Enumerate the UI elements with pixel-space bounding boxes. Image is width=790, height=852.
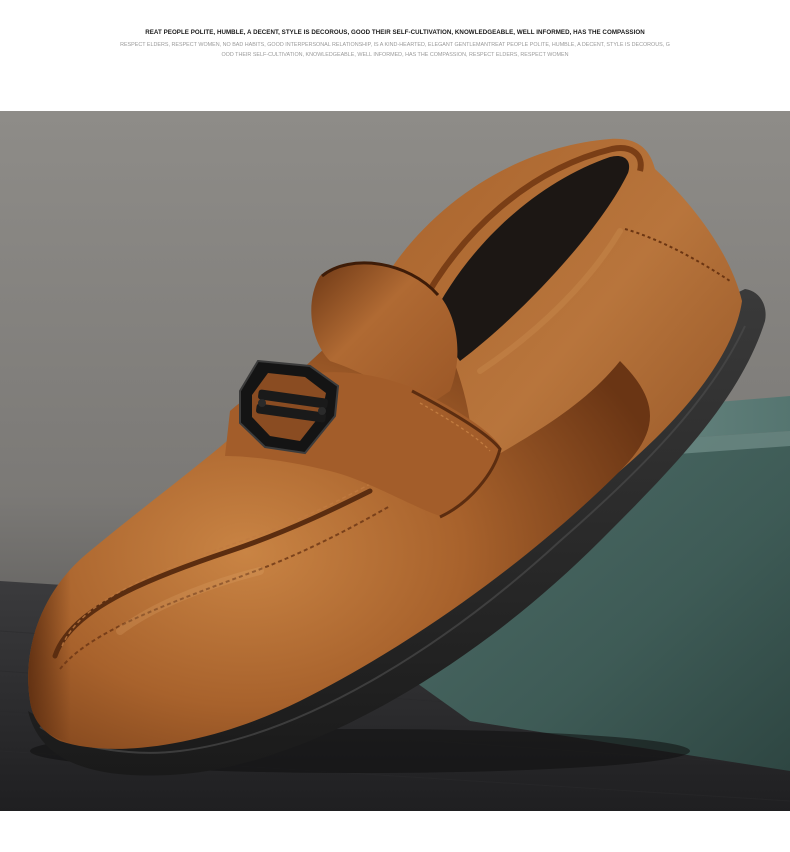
- loafer-illustration: [0, 111, 790, 811]
- header-headline: REAT PEOPLE POLITE, HUMBLE, A DECENT, ST…: [145, 29, 645, 36]
- header-subline-1: RESPECT ELDERS, RESPECT WOMEN, NO BAD HA…: [120, 42, 670, 48]
- product-photo: [0, 111, 790, 811]
- header-subline-2: OOD THEIR SELF-CULTIVATION, KNOWLEDGEABL…: [221, 52, 569, 58]
- bottom-margin: [0, 811, 790, 852]
- product-header: REAT PEOPLE POLITE, HUMBLE, A DECENT, ST…: [0, 0, 790, 110]
